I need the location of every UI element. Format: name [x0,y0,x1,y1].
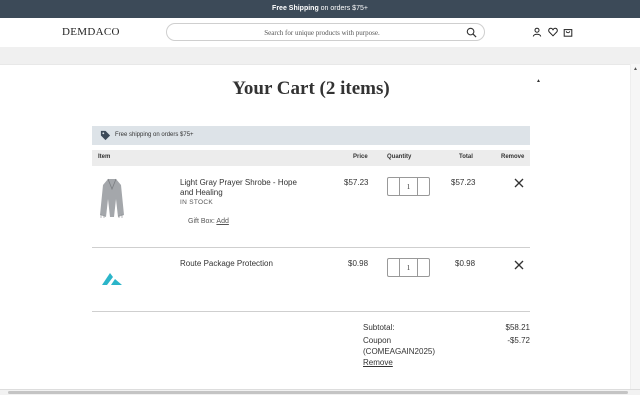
cart-bag-icon[interactable] [563,27,573,37]
divider [0,64,640,65]
coupon-label: Coupon [363,336,392,345]
account-icon[interactable] [532,27,542,37]
product-name[interactable]: Light Gray Prayer Shrobe - Hope and Heal… [180,178,310,198]
free-shipping-text: Free shipping on orders $75+ [115,132,194,138]
scroll-up-arrow[interactable]: ▲ [633,66,638,72]
gift-box-option: Gift Box: Add [188,218,229,225]
horizontal-scrollbar[interactable] [0,389,640,395]
product-name[interactable]: Route Package Protection [180,259,310,269]
quantity-input[interactable] [400,261,417,274]
quantity-stepper [387,258,430,277]
search-icon[interactable] [466,27,477,38]
decrease-qty-button[interactable] [388,178,400,195]
heart-icon[interactable] [548,27,558,37]
increase-qty-button[interactable] [417,259,429,276]
header-price: Price [353,154,368,160]
gift-box-label: Gift Box: [188,218,215,225]
nav-strip [0,47,640,64]
stock-status: IN STOCK [180,199,213,206]
promo-text: on orders $75+ [318,5,368,12]
header-item: Item [98,154,111,160]
decrease-qty-button[interactable] [388,259,400,276]
site-header: DEMDACO [0,18,640,47]
tag-icon [100,130,111,141]
remove-item-icon[interactable] [514,260,524,270]
page-title: Your Cart (2 items) [232,78,390,99]
promo-bold: Free Shipping [272,5,319,12]
remove-coupon-link[interactable]: Remove [363,358,393,367]
gift-box-add-link[interactable]: Add [216,218,228,225]
row-divider [92,311,530,312]
increase-qty-button[interactable] [417,178,429,195]
search-input[interactable] [177,26,467,39]
cart-item-row: Route Package Protection $0.98 $0.98 [92,248,530,311]
quantity-stepper [387,177,430,196]
cart-table-header: Item Price Quantity Total Remove [92,150,530,166]
quantity-input[interactable] [400,180,417,193]
item-price: $0.98 [348,259,369,268]
header-quantity: Quantity [387,154,412,160]
header-total: Total [459,154,473,160]
item-total: $0.98 [455,259,476,268]
search-bar [166,23,485,41]
coupon-value: -$5.72 [507,336,530,345]
subtotal-value: $58.21 [505,323,530,332]
item-total: $57.23 [451,178,476,187]
logo[interactable]: DEMDACO [62,26,120,38]
item-price: $57.23 [344,178,369,187]
header-remove: Remove [501,154,525,160]
subtotal-label: Subtotal: [363,323,395,332]
remove-item-icon[interactable] [514,178,524,188]
cart-item-row: Light Gray Prayer Shrobe - Hope and Heal… [92,166,530,247]
free-shipping-banner: Free shipping on orders $75+ [92,126,530,145]
page-scrollbar[interactable]: ▲ [630,64,640,395]
promo-bar: Free Shipping on orders $75+ [0,0,640,18]
coupon-code: (COMEAGAIN2025) [363,347,436,356]
product-image-shrobe[interactable] [98,177,126,219]
scrollbar-thumb[interactable] [8,391,628,394]
route-logo-icon [102,273,122,285]
